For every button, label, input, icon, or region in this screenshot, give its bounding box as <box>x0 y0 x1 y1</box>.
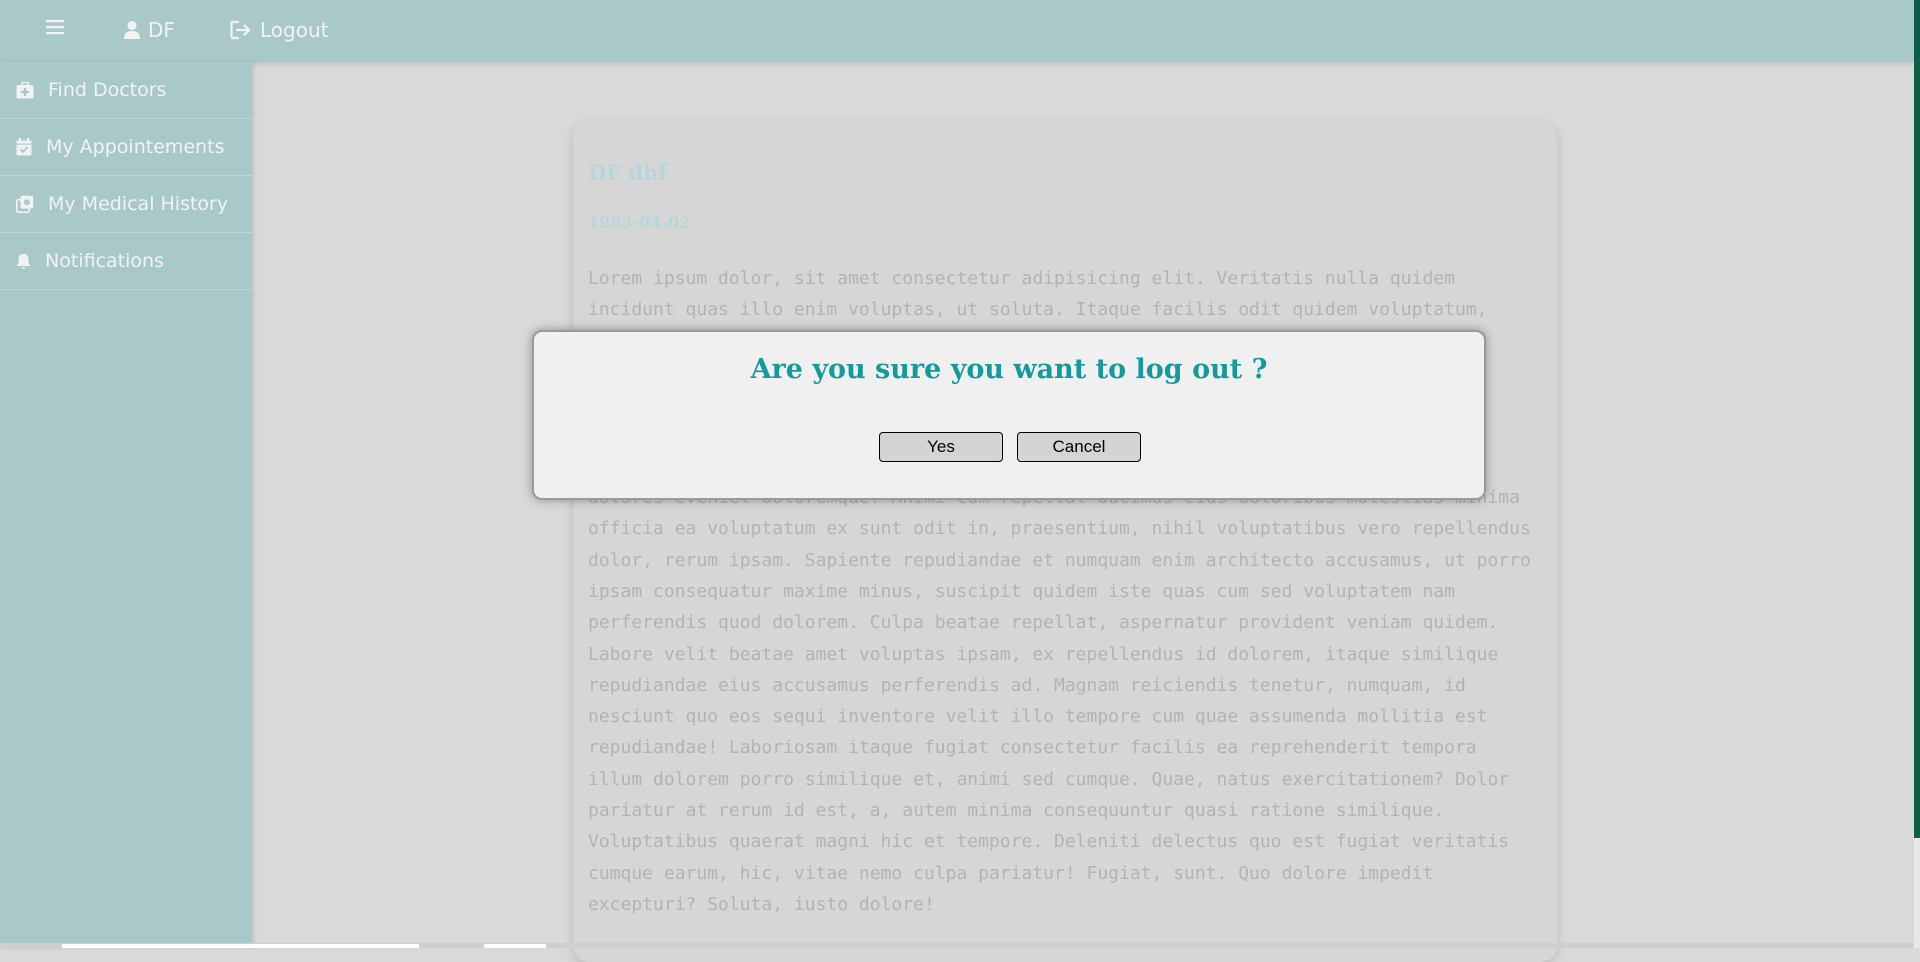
calendar-check-icon <box>16 138 32 156</box>
sidebar-item-notifications[interactable]: Notifications <box>0 233 252 290</box>
sidebar-item-my-medical-history[interactable]: My Medical History <box>0 176 252 233</box>
user-icon <box>124 21 140 39</box>
medkit-icon <box>16 81 34 98</box>
bell-icon <box>16 253 31 269</box>
cancel-button[interactable]: Cancel <box>1017 432 1141 462</box>
menu-toggle-button[interactable] <box>46 19 64 35</box>
top-bar: DF Logout <box>0 0 1914 62</box>
patient-birthdate: 1983-04-02 <box>588 213 691 232</box>
bottom-strip-segment <box>484 944 546 948</box>
hamburger-icon <box>46 20 64 35</box>
user-profile-link[interactable]: DF <box>124 18 175 42</box>
user-initials: DF <box>148 18 175 42</box>
dialog-title: Are you sure you want to log out ? <box>750 354 1268 385</box>
sidebar-item-my-appointements[interactable]: My Appointements <box>0 119 252 176</box>
logout-icon <box>230 20 251 40</box>
yes-button[interactable]: Yes <box>879 432 1003 462</box>
profile-card: DF dhf 1983-04-02 Lorem ipsum dolor, sit… <box>573 122 1557 962</box>
logout-confirm-dialog: Are you sure you want to log out ? Yes C… <box>532 330 1486 500</box>
scrollbar-thumb[interactable] <box>1914 0 1920 838</box>
sidebar-item-label: My Appointements <box>46 136 225 158</box>
sidebar-item-find-doctors[interactable]: Find Doctors <box>0 62 252 119</box>
logout-label: Logout <box>260 18 329 42</box>
logout-link[interactable]: Logout <box>230 18 328 42</box>
sidebar-item-label: Notifications <box>45 250 164 272</box>
sidebar: Find Doctors My Appointements My Medical… <box>0 62 252 948</box>
patient-name: DF dhf <box>588 160 668 185</box>
sidebar-item-label: My Medical History <box>48 193 229 215</box>
history-icon <box>16 195 34 213</box>
sidebar-item-label: Find Doctors <box>48 79 167 101</box>
bottom-strip-segment <box>62 944 419 948</box>
